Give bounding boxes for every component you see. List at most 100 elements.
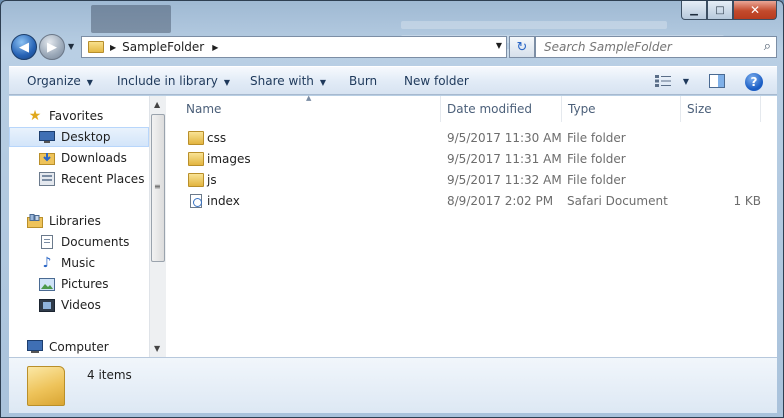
dropdown-caret-icon: ▼ xyxy=(319,78,327,87)
star-icon: ★ xyxy=(28,108,42,124)
nav-recent-places[interactable]: Recent Places xyxy=(9,169,149,189)
nav-downloads-label: Downloads xyxy=(61,151,127,165)
table-row[interactable]: images 9/5/2017 11:31 AM File folder xyxy=(166,149,777,170)
breadcrumb-chevron-icon[interactable]: ▶ xyxy=(110,43,116,52)
nav-pictures[interactable]: Pictures xyxy=(9,274,149,294)
share-with-label: Share with xyxy=(250,74,314,88)
scroll-up-arrow-icon[interactable]: ▲ xyxy=(154,100,160,109)
folder-icon xyxy=(188,152,204,166)
nav-documents-label: Documents xyxy=(61,235,130,249)
file-size: 1 KB xyxy=(733,194,761,208)
scrollbar-grip-icon: ≡ xyxy=(154,182,161,191)
table-row[interactable]: js 9/5/2017 11:32 AM File folder xyxy=(166,170,777,191)
address-bar[interactable]: ▶ SampleFolder ▶ ▼ xyxy=(81,36,507,58)
command-bar: Organize ▼ Include in library ▼ Share with… xyxy=(9,66,777,95)
column-header-type[interactable]: Type xyxy=(562,96,681,122)
column-date-label: Date modified xyxy=(447,102,533,116)
column-header-date-modified[interactable]: Date modified xyxy=(441,96,562,122)
search-box[interactable]: ⌕ xyxy=(535,36,777,58)
folder-icon xyxy=(88,41,104,53)
column-name-label: Name xyxy=(186,102,222,116)
nav-computer-label: Computer xyxy=(49,340,109,354)
nav-favorites[interactable]: ★ Favorites xyxy=(9,106,149,126)
address-history-dropdown-icon[interactable]: ▼ xyxy=(496,41,502,50)
navigation-bar: ◀ ▶ ▼ ▶ SampleFolder ▶ ▼ ↻ ⌕ xyxy=(9,33,777,61)
large-folder-icon xyxy=(27,366,65,406)
search-input[interactable] xyxy=(544,40,744,54)
back-button[interactable]: ◀ xyxy=(11,34,37,60)
preview-pane-button[interactable] xyxy=(706,71,728,91)
scroll-down-arrow-icon[interactable]: ▼ xyxy=(154,344,160,353)
music-icon: ♪ xyxy=(42,255,52,271)
recent-pages-dropdown[interactable]: ▼ xyxy=(68,42,74,51)
nav-recent-places-label: Recent Places xyxy=(61,172,145,186)
safari-document-icon xyxy=(190,194,202,208)
caption-buttons: ▁ □ ✕ xyxy=(681,1,777,20)
videos-icon xyxy=(39,298,55,312)
libraries-icon xyxy=(27,214,43,228)
column-size-label: Size xyxy=(687,102,712,116)
table-row[interactable]: index 8/9/2017 2:02 PM Safari Document 1… xyxy=(166,191,777,212)
nav-videos-label: Videos xyxy=(61,298,101,312)
back-arrow-icon: ◀ xyxy=(19,39,29,55)
view-options-icon xyxy=(655,75,671,87)
file-date: 9/5/2017 11:32 AM xyxy=(447,173,562,187)
file-name: js xyxy=(207,173,217,187)
burn-button[interactable]: Burn xyxy=(349,74,377,88)
table-row[interactable]: css 9/5/2017 11:30 AM File folder xyxy=(166,128,777,149)
maximize-button[interactable]: □ xyxy=(707,1,733,20)
view-dropdown-icon[interactable]: ▼ xyxy=(675,71,697,91)
file-list: Name ▲ Date modified Type Size css 9/5/2… xyxy=(166,94,777,357)
search-icon[interactable]: ⌕ xyxy=(764,39,771,54)
recent-places-icon xyxy=(39,172,55,186)
nav-pictures-label: Pictures xyxy=(61,277,109,291)
forward-arrow-icon: ▶ xyxy=(47,39,57,55)
nav-libraries[interactable]: Libraries xyxy=(9,211,149,231)
forward-button[interactable]: ▶ xyxy=(39,34,65,60)
minimize-button[interactable]: ▁ xyxy=(681,1,707,20)
nav-documents[interactable]: Documents xyxy=(9,232,149,252)
explorer-window: ▁ □ ✕ ◀ ▶ ▼ ▶ SampleFolder ▶ ▼ ↻ ⌕ Organ… xyxy=(0,0,784,418)
share-with-menu[interactable]: Share with ▼ xyxy=(250,74,326,88)
nav-desktop-label: Desktop xyxy=(61,130,111,144)
help-button[interactable]: ? xyxy=(745,73,763,91)
nav-music-label: Music xyxy=(61,256,96,270)
dropdown-caret-icon: ▼ xyxy=(223,78,231,87)
file-type: Safari Document xyxy=(567,194,668,208)
new-folder-button[interactable]: New folder xyxy=(404,74,469,88)
nav-libraries-label: Libraries xyxy=(49,214,101,228)
file-date: 8/9/2017 2:02 PM xyxy=(447,194,554,208)
nav-downloads[interactable]: Downloads xyxy=(9,148,149,168)
folder-icon xyxy=(188,173,204,187)
organize-menu[interactable]: Organize ▼ xyxy=(27,74,93,88)
preview-pane-icon xyxy=(709,74,725,88)
file-type: File folder xyxy=(567,152,626,166)
close-button[interactable]: ✕ xyxy=(733,1,777,20)
sort-ascending-icon: ▲ xyxy=(306,94,312,102)
documents-icon xyxy=(39,235,55,249)
details-pane: 4 items xyxy=(9,357,777,413)
change-view-button[interactable] xyxy=(652,71,674,91)
file-name: css xyxy=(207,131,227,145)
folder-icon xyxy=(188,131,204,145)
file-date: 9/5/2017 11:31 AM xyxy=(447,152,562,166)
file-name: index xyxy=(207,194,240,208)
nav-desktop[interactable]: Desktop xyxy=(9,127,149,147)
navigation-pane: ★ Favorites Desktop Downloads Recent Pla… xyxy=(9,96,149,357)
include-in-library-menu[interactable]: Include in library ▼ xyxy=(117,74,230,88)
refresh-button[interactable]: ↻ xyxy=(509,36,535,58)
column-header-size[interactable]: Size xyxy=(681,96,761,122)
content-area: ★ Favorites Desktop Downloads Recent Pla… xyxy=(9,94,777,357)
file-type: File folder xyxy=(567,131,626,145)
navigation-scrollbar[interactable]: ▲ ≡ ▼ xyxy=(149,96,166,357)
nav-music[interactable]: ♪ Music xyxy=(9,253,149,273)
dropdown-caret-icon: ▼ xyxy=(86,78,93,87)
file-date: 9/5/2017 11:30 AM xyxy=(447,131,562,145)
nav-computer[interactable]: Computer xyxy=(9,337,149,357)
pictures-icon xyxy=(39,277,55,291)
downloads-icon xyxy=(39,151,55,165)
breadcrumb-sample-folder[interactable]: SampleFolder xyxy=(122,40,204,54)
column-header-name[interactable]: Name ▲ xyxy=(166,94,441,122)
breadcrumb-chevron-icon[interactable]: ▶ xyxy=(212,43,218,52)
nav-videos[interactable]: Videos xyxy=(9,295,149,315)
